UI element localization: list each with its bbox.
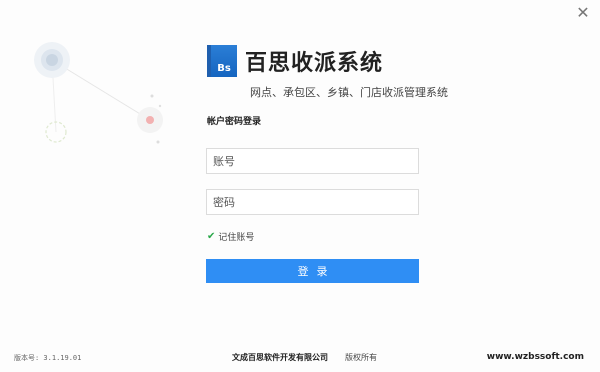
company-name: 文成百思软件开发有限公司 xyxy=(232,353,328,362)
footer: 版本号: 3.1.19.01 文成百思软件开发有限公司 版权所有 www.wzb… xyxy=(0,350,600,366)
decorative-network-graphic xyxy=(34,42,163,144)
password-input[interactable] xyxy=(206,189,419,215)
account-input[interactable] xyxy=(206,148,419,174)
app-title: 百思收派系统 xyxy=(245,51,384,76)
remember-account-label: 记住账号 xyxy=(218,233,255,243)
brand-header: Bs 百思收派系统 xyxy=(207,45,384,77)
remember-account-checkbox[interactable]: ✔ 记住账号 xyxy=(207,230,254,243)
version-label: 版本号: 3.1.19.01 xyxy=(14,354,82,362)
login-button[interactable]: 登录 xyxy=(206,259,419,283)
website-link[interactable]: www.wzbssoft.com xyxy=(487,352,584,362)
close-icon: ✕ xyxy=(576,3,590,22)
checkmark-icon: ✔ xyxy=(207,231,216,242)
rights-label: 版权所有 xyxy=(345,353,377,362)
logo-text: Bs xyxy=(211,45,237,77)
app-logo: Bs xyxy=(207,45,237,77)
app-subtitle: 网点、承包区、乡镇、门店收派管理系统 xyxy=(250,86,448,99)
close-button[interactable]: ✕ xyxy=(574,4,592,22)
login-heading: 帐户密码登录 xyxy=(207,117,262,127)
